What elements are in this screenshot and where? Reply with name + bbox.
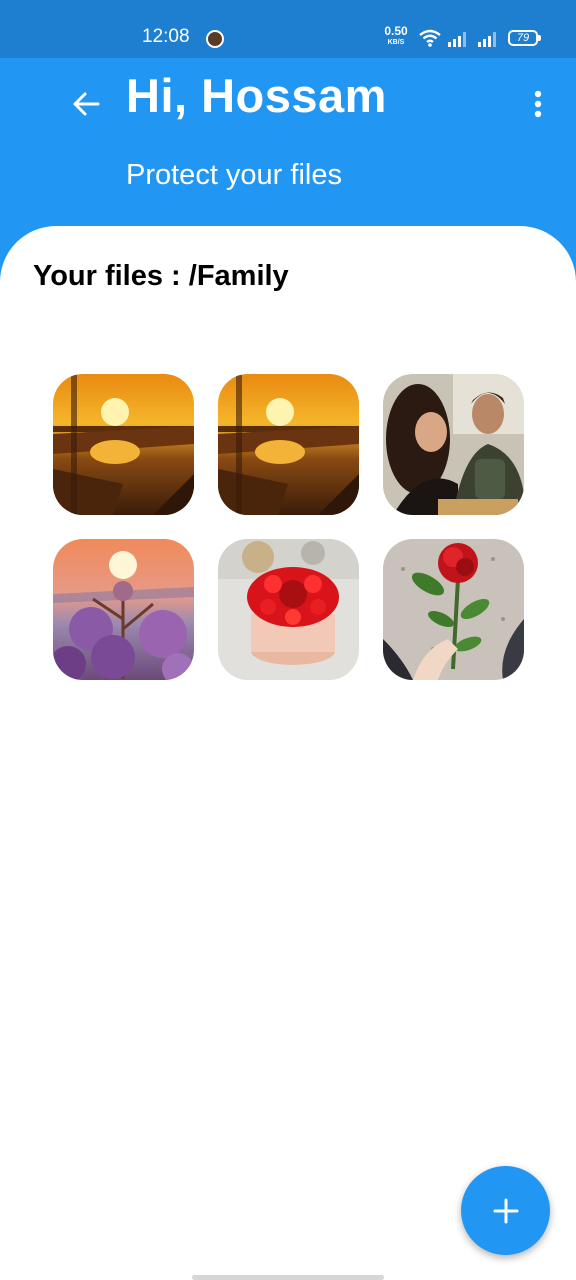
file-thumbnail[interactable] — [383, 539, 524, 680]
plus-icon — [493, 1198, 518, 1223]
network-speed-unit: KB/S — [387, 39, 405, 46]
status-time: 12:08 — [142, 26, 190, 47]
network-speed-value: 0.50 — [384, 24, 408, 38]
home-indicator[interactable] — [192, 1275, 384, 1280]
arrow-back-icon[interactable] — [66, 84, 106, 124]
status-bar: 12:08 0.50 KB/S 79 — [0, 0, 576, 58]
header-subtitle: Protect your files — [126, 159, 342, 191]
files-card: Your files : /Family — [0, 226, 576, 1280]
greeting-title: Hi, Hossam — [126, 69, 387, 122]
signal-icon — [477, 30, 501, 53]
file-thumbnail[interactable] — [383, 374, 524, 515]
notification-avatar-icon — [206, 30, 224, 48]
wifi-icon — [418, 28, 442, 53]
signal-icon — [447, 30, 471, 53]
network-speed: 0.50 KB/S — [382, 24, 410, 47]
more-vert-icon[interactable] — [522, 84, 554, 124]
file-thumbnail[interactable] — [53, 539, 194, 680]
file-thumbnail[interactable] — [53, 374, 194, 515]
file-thumbnail[interactable] — [218, 539, 359, 680]
files-path-title: Your files : /Family — [33, 260, 289, 292]
add-file-button[interactable] — [461, 1166, 550, 1255]
file-thumbnail[interactable] — [218, 374, 359, 515]
battery-icon: 79 — [508, 30, 541, 46]
